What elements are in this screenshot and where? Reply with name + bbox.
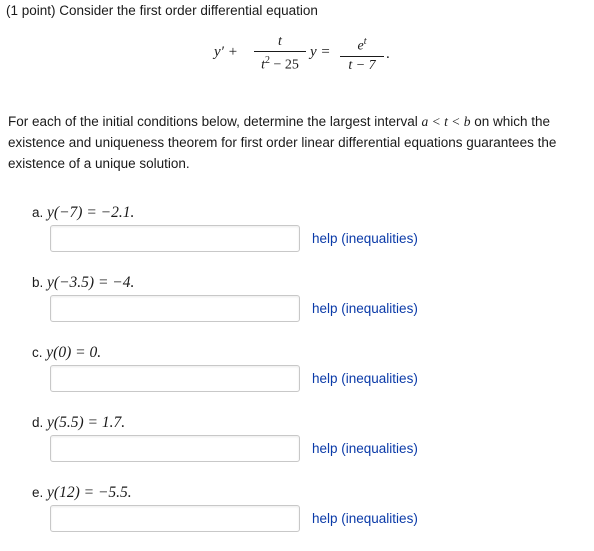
condition-label-e: e. y(12) = −5.5.: [32, 484, 132, 501]
fraction-1-numerator: t: [278, 34, 282, 49]
fraction-2-numerator: et: [357, 36, 367, 54]
equation-fraction-1: t t2 − 25: [254, 34, 306, 74]
answer-input-d[interactable]: [50, 435, 300, 462]
equation-fraction-2: et t − 7: [340, 34, 384, 74]
condition-math-e: y(12) = −5.5.: [47, 484, 132, 501]
answer-input-c[interactable]: [50, 365, 300, 392]
condition-label-d: d. y(5.5) = 1.7.: [32, 414, 126, 431]
help-link-a[interactable]: help (inequalities): [312, 231, 418, 246]
equation-period: .: [386, 46, 390, 62]
fraction-2-denominator: t − 7: [348, 57, 376, 73]
help-link-d[interactable]: help (inequalities): [312, 441, 418, 456]
condition-label-c: c. y(0) = 0.: [32, 344, 102, 361]
answer-input-b[interactable]: [50, 295, 300, 322]
fraction-1-denominator: t2 − 25: [261, 55, 299, 73]
condition-label-a: a. y(−7) = −2.1.: [32, 204, 135, 221]
problem-instructions: For each of the initial conditions below…: [8, 114, 557, 171]
equation-middle: y =: [310, 44, 331, 60]
condition-math-b: y(−3.5) = −4.: [47, 274, 135, 291]
answer-input-e[interactable]: [50, 505, 300, 532]
equation-lhs: y′ +: [214, 44, 238, 60]
help-link-e[interactable]: help (inequalities): [312, 511, 418, 526]
condition-label-b: b. y(−3.5) = −4.: [32, 274, 135, 291]
condition-math-a: y(−7) = −2.1.: [47, 204, 135, 221]
interval-math: a < t < b: [421, 114, 471, 129]
help-link-b[interactable]: help (inequalities): [312, 301, 418, 316]
condition-math-d: y(5.5) = 1.7.: [47, 414, 126, 431]
help-link-c[interactable]: help (inequalities): [312, 371, 418, 386]
condition-math-c: y(0) = 0.: [46, 344, 102, 361]
answer-input-a[interactable]: [50, 225, 300, 252]
problem-intro: (1 point) Consider the first order diffe…: [6, 3, 318, 18]
